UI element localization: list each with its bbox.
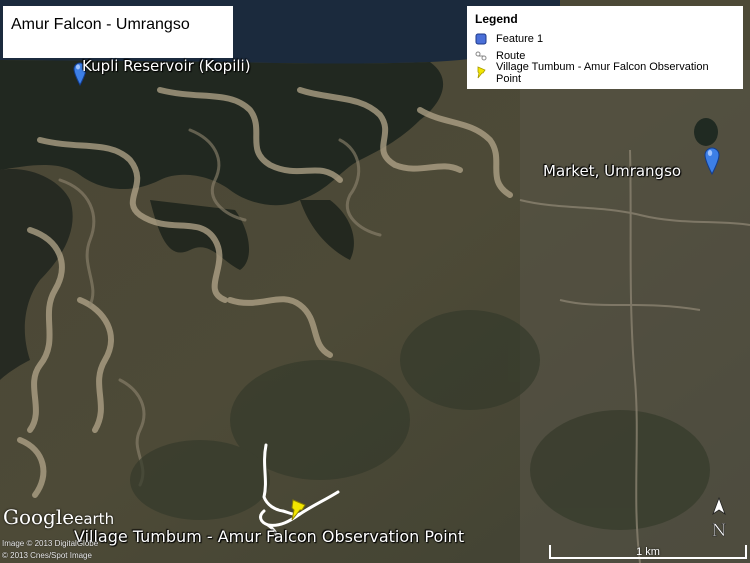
north-label: N bbox=[712, 521, 727, 541]
map-title: Amur Falcon - Umrangso bbox=[3, 6, 233, 58]
legend-panel: Legend Feature 1 Route Village Tumbum - … bbox=[467, 6, 743, 89]
legend-item-feature[interactable]: Feature 1 bbox=[475, 30, 735, 47]
copyright-text: Image © 2013 DigitalGlobe bbox=[2, 539, 99, 548]
legend-item-label: Village Tumbum - Amur Falcon Observation… bbox=[496, 60, 709, 85]
legend-title: Legend bbox=[475, 12, 518, 26]
village-label[interactable]: Village Tumbum - Amur Falcon Observation… bbox=[74, 527, 464, 546]
scale-bar: 1 km bbox=[549, 543, 747, 561]
route-icon bbox=[475, 51, 487, 60]
satellite-map[interactable]: Amur Falcon - Umrangso Legend Feature 1 … bbox=[0, 0, 750, 563]
google-wordmark: Google bbox=[3, 505, 75, 529]
market-pin-icon[interactable] bbox=[704, 147, 720, 175]
earth-wordmark: earth bbox=[74, 510, 115, 528]
village-pushpin-icon[interactable] bbox=[286, 498, 308, 524]
legend-item-label: Feature 1 bbox=[496, 32, 544, 45]
reservoir-label[interactable]: Kupli Reservoir (Kopili) bbox=[82, 57, 251, 75]
blue-square-icon bbox=[475, 33, 487, 44]
google-earth-logo: Googleearth bbox=[3, 505, 114, 529]
legend-item-pushpin[interactable]: Village Tumbum - Amur Falcon Observation… bbox=[475, 61, 735, 85]
yellow-pushpin-icon bbox=[477, 65, 486, 78]
copyright-text: © 2013 Cnes/Spot Image bbox=[2, 551, 92, 560]
scale-label: 1 km bbox=[636, 546, 660, 558]
north-arrow-icon: N bbox=[711, 496, 727, 541]
market-label[interactable]: Market, Umrangso bbox=[543, 162, 681, 180]
